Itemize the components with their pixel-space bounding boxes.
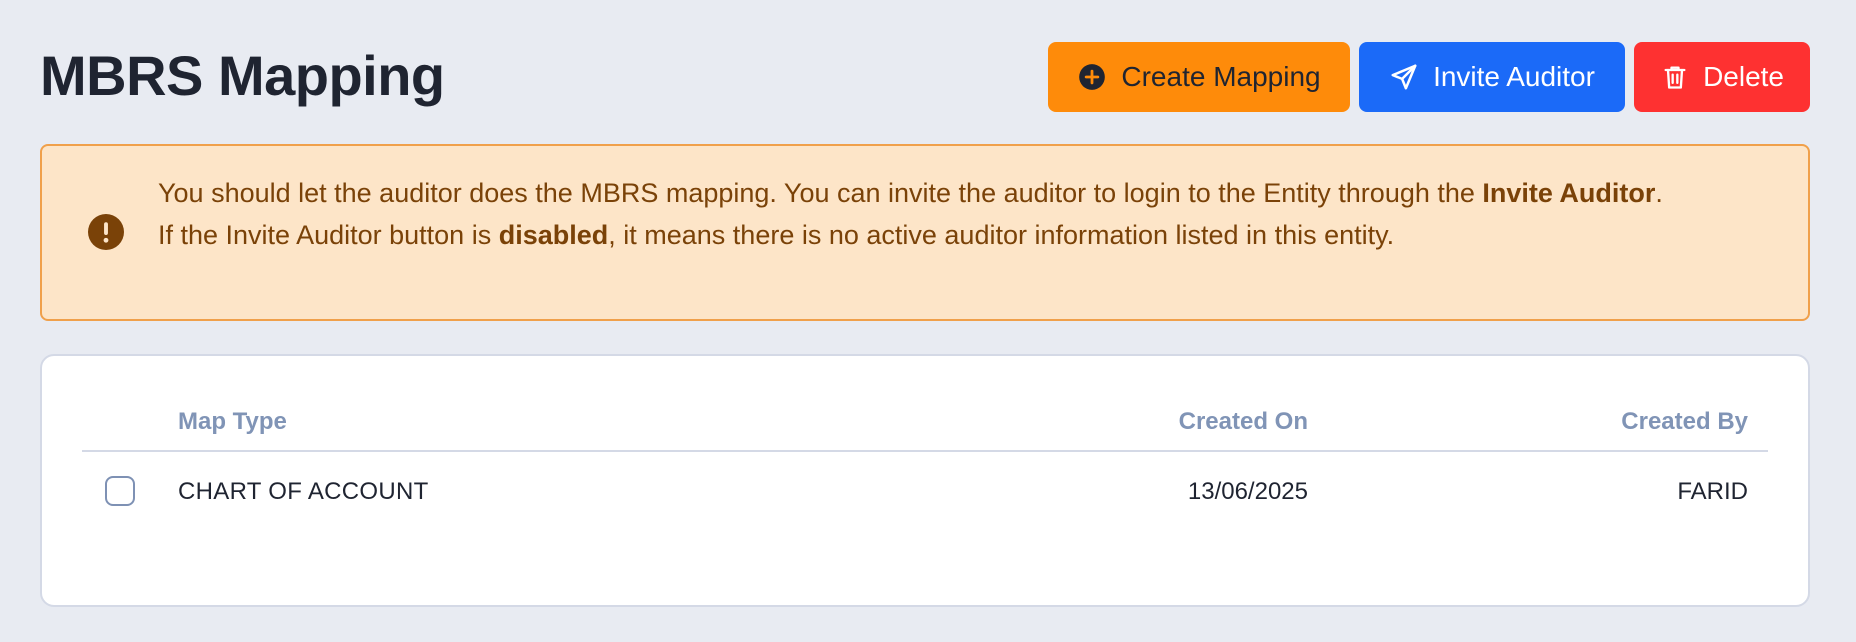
alert-line1-end: . [1655, 178, 1663, 208]
table-header: Map Type Created On Created By [82, 394, 1768, 452]
alert-line2-end: , it means there is no active auditor in… [608, 220, 1395, 250]
exclamation-circle-icon [88, 214, 124, 250]
delete-label: Delete [1703, 61, 1784, 92]
create-mapping-label: Create Mapping [1121, 61, 1321, 92]
alert-line2-text: If the Invite Auditor button is [158, 220, 499, 250]
row-checkbox[interactable] [105, 476, 135, 506]
page-actions: Create Mapping Invite Auditor Delete [1048, 42, 1810, 112]
column-header-created-on[interactable]: Created On [1179, 394, 1308, 450]
mapping-table-card: Map Type Created On Created By CHART OF … [40, 354, 1810, 607]
plus-circle-icon [1077, 62, 1107, 92]
column-header-map-type[interactable]: Map Type [178, 394, 287, 450]
column-header-created-by[interactable]: Created By [1621, 394, 1748, 450]
alert-invite-auditor-emphasis: Invite Auditor [1482, 178, 1656, 208]
invite-auditor-button[interactable]: Invite Auditor [1359, 42, 1625, 112]
cell-created-by: FARID [1677, 478, 1748, 505]
alert-line1-text: You should let the auditor does the MBRS… [158, 178, 1483, 208]
auditor-alert: You should let the auditor does the MBRS… [40, 144, 1810, 321]
alert-disabled-emphasis: disabled [498, 220, 609, 250]
invite-auditor-label: Invite Auditor [1433, 61, 1595, 92]
alert-message: You should let the auditor does the MBRS… [158, 172, 1748, 256]
create-mapping-button[interactable]: Create Mapping [1048, 42, 1350, 112]
paper-plane-icon [1389, 62, 1419, 92]
page-title: MBRS Mapping [40, 44, 445, 107]
delete-button[interactable]: Delete [1634, 42, 1810, 112]
trash-icon [1660, 62, 1689, 92]
cell-created-on: 13/06/2025 [1187, 478, 1308, 505]
table-row[interactable]: CHART OF ACCOUNT 13/06/2025 FARID [82, 452, 1768, 532]
cell-map-type: CHART OF ACCOUNT [178, 478, 429, 505]
